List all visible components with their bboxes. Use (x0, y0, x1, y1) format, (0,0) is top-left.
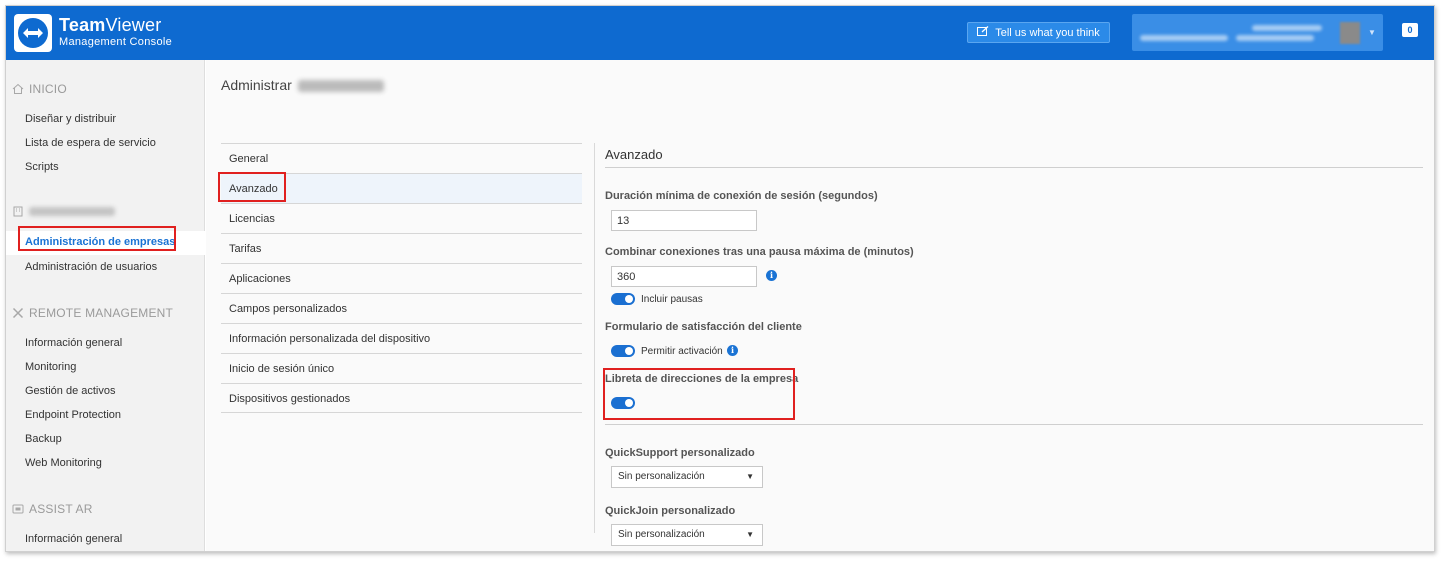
panel-title: Avanzado (605, 147, 663, 162)
notification-icon[interactable]: 0 (1402, 23, 1418, 37)
sidebar-item-endpoint[interactable]: Endpoint Protection (25, 409, 121, 421)
brand-light: Viewer (105, 15, 162, 35)
app-window: TeamViewer Management Console Tell us wh… (5, 5, 1435, 552)
brand: TeamViewer Management Console (59, 15, 172, 48)
quicksupport-label: QuickSupport personalizado (605, 447, 755, 459)
tab-general[interactable]: General (221, 143, 582, 173)
min-duration-input[interactable] (611, 210, 757, 231)
user-menu[interactable]: ▼ (1132, 14, 1383, 51)
section-label: ASSIST AR (29, 502, 93, 516)
sidebar-item-disenar[interactable]: Diseñar y distribuir (25, 113, 116, 125)
combine-label: Combinar conexiones tras una pausa máxim… (605, 246, 914, 258)
sidebar-section-inicio[interactable]: INICIO (12, 82, 67, 96)
quickjoin-select[interactable]: Sin personalización ▼ (611, 524, 763, 546)
sidebar-section-remote[interactable]: REMOTE MANAGEMENT (12, 306, 173, 320)
sidebar-item-assist-info[interactable]: Información general (25, 533, 122, 545)
section-label: INICIO (29, 82, 67, 96)
tools-icon (12, 307, 24, 319)
tab-campos[interactable]: Campos personalizados (221, 293, 582, 323)
sidebar: INICIO Diseñar y distribuir Lista de esp… (6, 60, 205, 551)
min-duration-label: Duración mínima de conexión de sesión (s… (605, 190, 878, 202)
feedback-label: Tell us what you think (995, 26, 1100, 39)
select-value: Sin personalización (618, 471, 705, 482)
home-icon (12, 83, 24, 95)
tab-info-dispositivo[interactable]: Información personalizada del dispositiv… (221, 323, 582, 353)
tab-dispositivos[interactable]: Dispositivos gestionados (221, 383, 582, 413)
sidebar-item-info-general[interactable]: Información general (25, 337, 122, 349)
allow-activation-toggle[interactable] (611, 345, 635, 357)
satisfaction-label: Formulario de satisfacción del cliente (605, 321, 802, 333)
sidebar-section-company[interactable] (12, 205, 115, 217)
building-icon (12, 205, 24, 217)
feedback-button[interactable]: Tell us what you think (967, 22, 1110, 43)
allow-activation-label: Permitir activación (641, 346, 723, 357)
include-pauses-toggle[interactable] (611, 293, 635, 305)
assist-ar-icon (12, 503, 24, 515)
main-content: Administrar General Avanzado Licencias T… (206, 60, 1434, 551)
combine-input[interactable] (611, 266, 757, 287)
teamviewer-logo-icon[interactable] (14, 14, 52, 52)
page-title: Administrar (221, 77, 384, 93)
tab-sso[interactable]: Inicio de sesión único (221, 353, 582, 383)
divider (605, 424, 1423, 425)
section-label: REMOTE MANAGEMENT (29, 306, 174, 320)
chevron-down-icon: ▼ (746, 472, 754, 481)
top-bar: TeamViewer Management Console Tell us wh… (6, 6, 1434, 60)
info-icon[interactable]: i (727, 345, 738, 356)
chevron-down-icon: ▼ (1368, 28, 1376, 37)
avatar (1340, 22, 1360, 44)
tab-tarifas[interactable]: Tarifas (221, 233, 582, 263)
quickjoin-label: QuickJoin personalizado (605, 505, 736, 517)
divider (605, 167, 1423, 168)
sidebar-item-web-monitoring[interactable]: Web Monitoring (25, 457, 102, 469)
addressbook-label: Libreta de direcciones de la empresa (605, 373, 799, 385)
quicksupport-select[interactable]: Sin personalización ▼ (611, 466, 763, 488)
chevron-down-icon: ▼ (746, 530, 754, 539)
tab-licencias[interactable]: Licencias (221, 203, 582, 233)
sidebar-item-scripts[interactable]: Scripts (25, 161, 59, 173)
sidebar-item-company-admin[interactable]: Administración de empresas (6, 231, 205, 255)
settings-tabs: General Avanzado Licencias Tarifas Aplic… (221, 143, 582, 413)
feedback-icon (977, 25, 989, 40)
sidebar-item-monitoring[interactable]: Monitoring (25, 361, 76, 373)
brand-subtitle: Management Console (59, 36, 173, 48)
brand-bold: Team (59, 15, 106, 35)
sidebar-item-assets[interactable]: Gestión de activos (25, 385, 116, 397)
sidebar-item-backup[interactable]: Backup (25, 433, 62, 445)
divider (594, 143, 595, 533)
info-icon[interactable]: i (766, 270, 777, 281)
addressbook-toggle[interactable] (611, 397, 635, 409)
sidebar-item-lista-espera[interactable]: Lista de espera de servicio (25, 137, 156, 149)
sidebar-section-assist[interactable]: ASSIST AR (12, 502, 93, 516)
tab-avanzado[interactable]: Avanzado (221, 173, 582, 203)
include-pauses-label: Incluir pausas (641, 294, 703, 305)
tab-aplicaciones[interactable]: Aplicaciones (221, 263, 582, 293)
sidebar-item-user-admin[interactable]: Administración de usuarios (25, 261, 157, 273)
select-value: Sin personalización (618, 529, 705, 540)
